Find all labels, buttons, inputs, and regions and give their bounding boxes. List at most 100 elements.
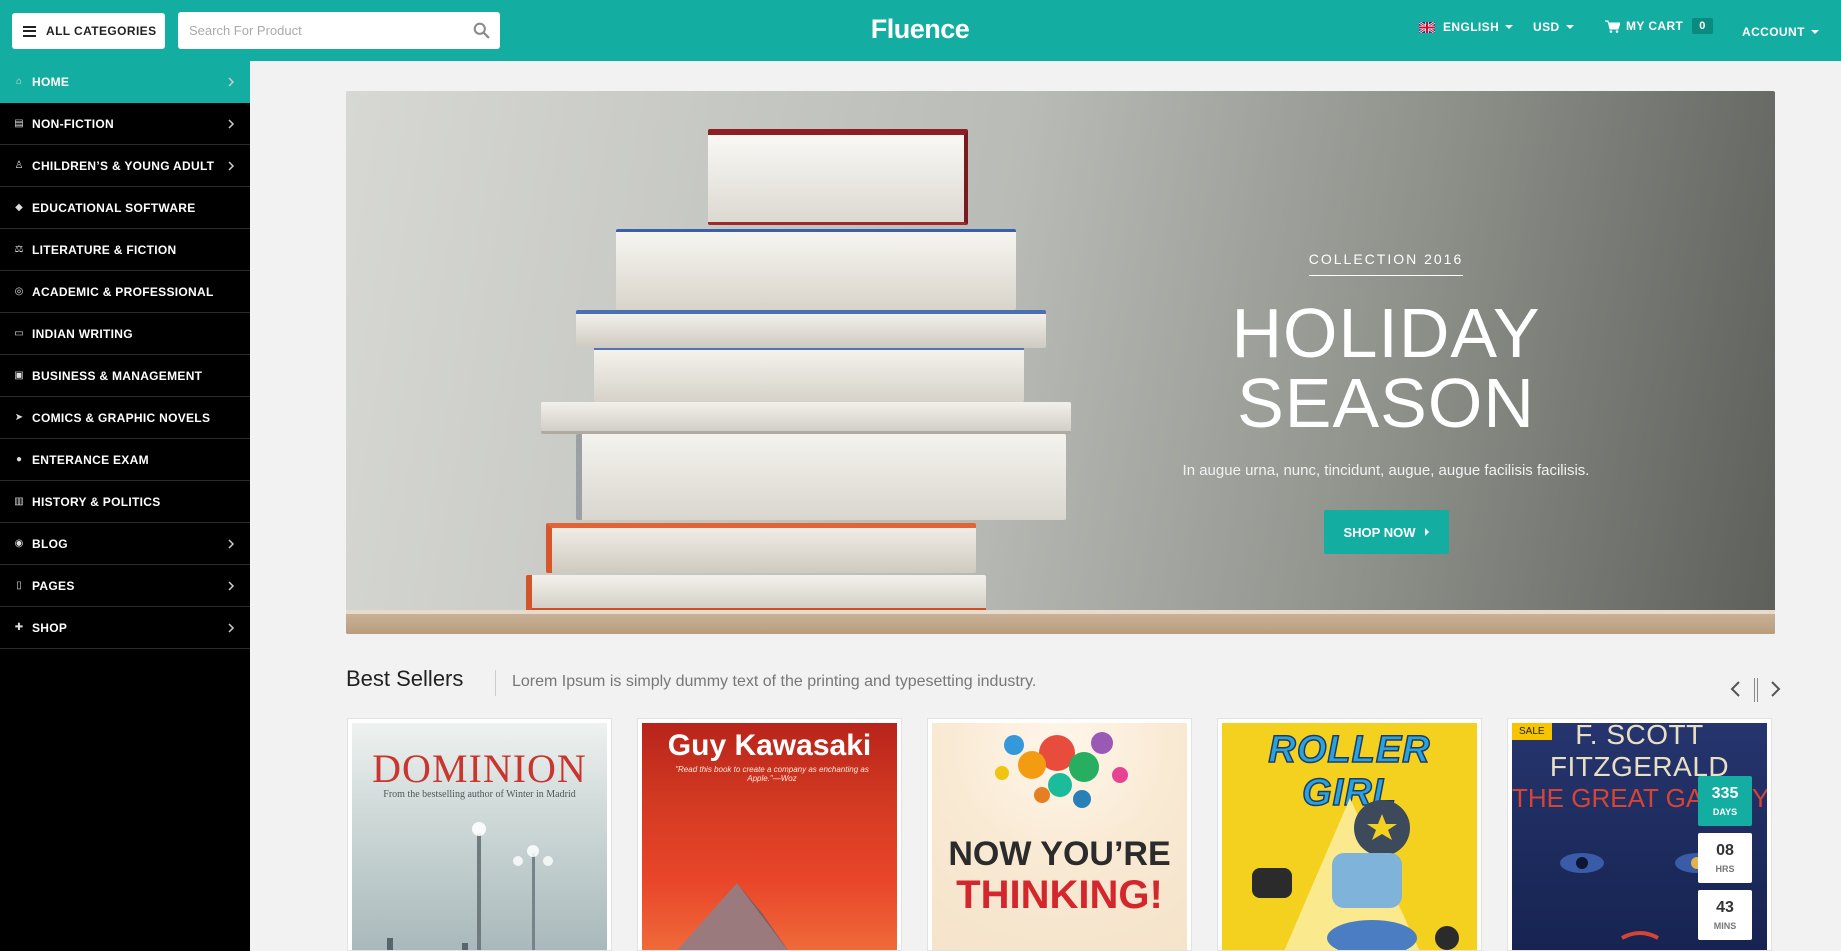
hamburger-menu-icon (23, 25, 36, 37)
carousel-prev-icon[interactable] (1729, 680, 1743, 698)
sidebar-item-label: ENTERANCE EXAM (32, 452, 149, 467)
section-title-divider (495, 670, 496, 696)
rss-icon: ◉ (14, 538, 24, 549)
sidebar-item-label: HOME (32, 74, 70, 89)
sidebar-item[interactable]: ▭ INDIAN WRITING (0, 313, 250, 355)
child-icon: ♙ (14, 160, 24, 171)
chevron-down-icon (1810, 30, 1819, 34)
chevron-right-icon (228, 161, 235, 171)
sale-badge: SALE (1512, 723, 1552, 740)
chevron-right-icon (228, 119, 235, 129)
language-label: ENGLISH (1443, 20, 1500, 34)
hero-subtitle: In augue urna, nunc, tincidunt, augue, a… (1182, 462, 1590, 479)
sidebar-item-label: INDIAN WRITING (32, 326, 133, 341)
countdown-minutes-unit: MINS (1713, 921, 1737, 931)
sidebar-item[interactable]: ◆ EDUCATIONAL SOFTWARE (0, 187, 250, 229)
cover-subtitle: "Read this book to create a company as e… (675, 765, 869, 783)
countdown-minutes-value: 43 (1716, 899, 1734, 916)
sidebar-item-label: COMICS & GRAPHIC NOVELS (32, 410, 211, 425)
countdown-days-value: 335 (1711, 785, 1739, 802)
sidebar-item[interactable]: ⌂ HOME (0, 61, 250, 103)
uk-flag-icon (1419, 21, 1435, 33)
cart-label: MY CART (1626, 19, 1684, 33)
product-card[interactable]: NOW YOU’RE THINKING! (927, 718, 1192, 951)
carousel-next-icon[interactable] (1768, 680, 1782, 698)
user-icon: ● (15, 454, 23, 465)
sidebar-item[interactable]: ⚖ LITERATURE & FICTION (0, 229, 250, 271)
sidebar-item[interactable]: ▯ PAGES (0, 565, 250, 607)
cover-title-line-2: THINKING! (956, 873, 1163, 917)
product-cover-image: ROLLER GIRL (1222, 723, 1477, 950)
countdown-hours: 08 HRS (1698, 833, 1752, 883)
currency-selector[interactable]: USD (1533, 20, 1574, 34)
search-input[interactable] (178, 12, 458, 49)
shop-now-button[interactable]: SHOP NOW (1323, 510, 1449, 554)
chevron-right-icon (228, 539, 235, 549)
sidebar-item-label: LITERATURE & FICTION (32, 242, 177, 257)
home-icon: ⌂ (15, 76, 23, 87)
caret-right-icon (1424, 528, 1429, 536)
chevron-down-icon (1565, 25, 1574, 29)
all-categories-button[interactable]: ALL CATEGORIES (12, 13, 165, 49)
sidebar-item-label: BUSINESS & MANAGEMENT (32, 368, 203, 383)
sidebar-item[interactable]: ♙ CHILDREN’S & YOUNG ADULT (0, 145, 250, 187)
sidebar-item[interactable]: ✚ SHOP (0, 607, 250, 649)
product-cover-image: DOMINION From the bestselling author of … (352, 723, 607, 950)
cart-button[interactable]: MY CART 0 (1605, 18, 1713, 34)
sidebar-item[interactable]: ▣ BUSINESS & MANAGEMENT (0, 355, 250, 397)
wooden-shelf (346, 614, 1775, 634)
sidebar-item[interactable]: ◎ ACADEMIC & PROFESSIONAL (0, 271, 250, 313)
countdown-hours-value: 08 (1716, 842, 1734, 859)
sidebar-item[interactable]: ➤ COMICS & GRAPHIC NOVELS (0, 397, 250, 439)
product-card[interactable]: DOMINION From the bestselling author of … (347, 718, 612, 951)
chevron-right-icon (228, 581, 235, 591)
account-label: ACCOUNT (1742, 25, 1805, 39)
countdown-minutes: 43 MINS (1698, 890, 1752, 940)
sidebar-item[interactable]: ● ENTERANCE EXAM (0, 439, 250, 481)
product-card[interactable]: Guy Kawasaki "Read this book to create a… (637, 718, 902, 951)
top-header: ALL CATEGORIES Fluence ENGLISH USD (0, 0, 1841, 61)
cover-subtitle: From the bestselling author of Winter in… (383, 789, 576, 800)
all-categories-label: ALL CATEGORIES (46, 24, 157, 38)
sidebar-item-label: CHILDREN’S & YOUNG ADULT (32, 158, 215, 173)
paper-plane-icon: ➤ (14, 412, 24, 423)
desktop-icon: ▭ (14, 328, 24, 339)
cart-count-badge: 0 (1692, 18, 1713, 34)
gears-brain-illustration (995, 732, 1128, 808)
sidebar-item-label: HISTORY & POLITICS (32, 494, 161, 509)
book-icon: ▤ (14, 118, 24, 129)
file-icon: ▯ (16, 580, 22, 591)
briefcase-icon: ▣ (14, 370, 24, 381)
graduation-cap-icon: ◆ (15, 202, 23, 213)
countdown-days-unit: DAYS (1712, 807, 1738, 817)
hero-caption: COLLECTION 2016 HOLIDAY SEASON In augue … (1086, 251, 1686, 554)
hero-collection-label: COLLECTION 2016 (1308, 251, 1464, 276)
institution-icon: ▥ (14, 496, 24, 507)
best-sellers-description: Lorem Ipsum is simply dummy text of the … (512, 673, 1037, 690)
cover-title-line-1: NOW YOU’RE (948, 835, 1171, 873)
countdown-hours-unit: HRS (1715, 864, 1735, 874)
shop-now-label: SHOP NOW (1343, 524, 1416, 540)
sidebar-item[interactable]: ◉ BLOG (0, 523, 250, 565)
best-sellers-title: Best Sellers (346, 666, 464, 691)
chevron-right-icon (228, 623, 235, 633)
sidebar-item-label: NON-FICTION (32, 116, 114, 131)
search-icon[interactable] (473, 22, 490, 39)
sidebar-item-label: SHOP (32, 620, 68, 635)
sidebar-item-label: EDUCATIONAL SOFTWARE (32, 200, 196, 215)
gift-icon: ✚ (14, 622, 24, 633)
product-card[interactable]: ROLLER GIRL (1217, 718, 1482, 951)
site-logo[interactable]: Fluence (860, 14, 980, 45)
hero-banner: COLLECTION 2016 HOLIDAY SEASON In augue … (346, 91, 1775, 634)
paper-crane-illustration (677, 883, 788, 950)
sidebar-item[interactable]: ▤ NON-FICTION (0, 103, 250, 145)
product-card[interactable]: F. SCOTT FITZGERALD THE GREAT GATSBY SAL… (1507, 718, 1772, 951)
sidebar-item[interactable]: ▥ HISTORY & POLITICS (0, 481, 250, 523)
product-cover-image: Guy Kawasaki "Read this book to create a… (642, 723, 897, 950)
shopping-cart-icon (1605, 20, 1620, 33)
language-selector[interactable]: ENGLISH (1419, 20, 1514, 34)
balance-scale-icon: ⚖ (14, 244, 24, 255)
compass-icon: ◎ (14, 286, 24, 297)
account-menu[interactable]: ACCOUNT (1742, 25, 1819, 39)
roller-girl-illustration (1252, 798, 1459, 950)
